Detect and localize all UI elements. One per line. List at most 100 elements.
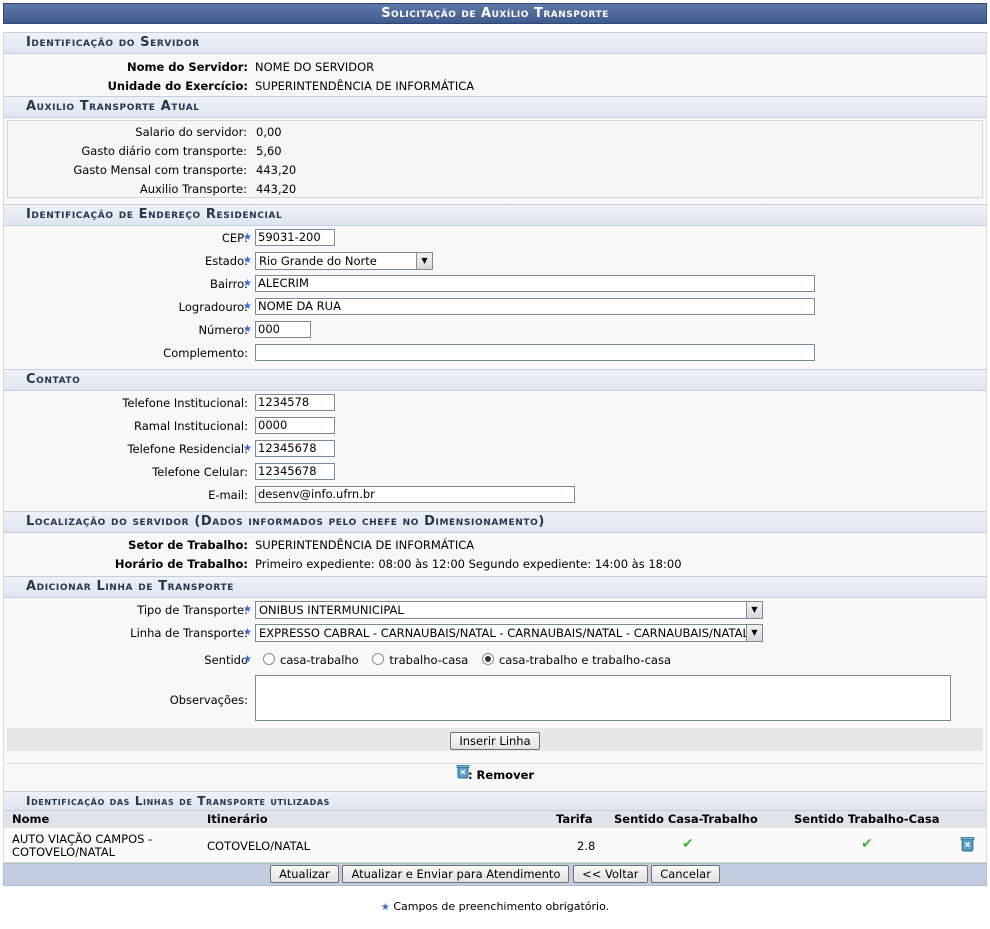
salario-label: Salario do servidor:	[135, 125, 247, 139]
auxilio-label: Auxilio Transporte:	[139, 182, 247, 196]
field-unidade: Unidade do Exercício: SUPERINTENDÊNCIA D…	[4, 75, 986, 94]
complemento-label: Complemento:	[163, 346, 248, 360]
field-salario: Salario do servidor: 0,00	[8, 121, 982, 140]
ramal-input[interactable]: 0000	[255, 417, 335, 434]
sentido-label: Sentido	[204, 653, 248, 667]
section-identificacao-heading: Identificação do Servidor	[4, 32, 986, 54]
required-star-icon: ★	[243, 255, 252, 266]
row-nome-line1: AUTO VIAÇÃO CAMPOS -	[12, 832, 153, 846]
required-star-icon: ★	[243, 232, 252, 243]
complemento-input[interactable]	[255, 344, 815, 361]
required-star-icon: ★	[243, 654, 252, 665]
field-tel-cel: Telefone Celular: 12345678	[4, 461, 986, 484]
field-gasto-mensal: Gasto Mensal com transporte: 443,20	[8, 159, 982, 178]
tel-cel-label: Telefone Celular:	[152, 465, 248, 479]
inserir-linha-button[interactable]: Inserir Linha	[450, 732, 540, 750]
table-row: AUTO VIAÇÃO CAMPOS - COTOVELO/NATAL COTO…	[4, 828, 986, 863]
tel-inst-input[interactable]: 1234578	[255, 394, 335, 411]
obs-textarea[interactable]	[255, 675, 951, 721]
setor-value: SUPERINTENDÊNCIA DE INFORMÁTICA	[255, 538, 475, 552]
atualizar-enviar-button[interactable]: Atualizar e Enviar para Atendimento	[342, 865, 570, 883]
remove-trash-icon[interactable]	[960, 836, 975, 855]
col-itinerario: Itinerário	[207, 812, 268, 826]
cep-input[interactable]: 59031-200	[255, 229, 335, 246]
numero-input[interactable]: 000	[255, 321, 311, 338]
required-star-icon: ★	[243, 324, 252, 335]
bairro-input[interactable]: ALECRIM	[255, 275, 815, 292]
estado-label: Estado:	[204, 254, 248, 268]
tel-cel-input[interactable]: 12345678	[255, 463, 335, 480]
tipo-label: Tipo de Transporte:	[137, 603, 248, 617]
row-itinerario: COTOVELO/NATAL	[207, 839, 310, 853]
footer-button-bar: Atualizar Atualizar e Enviar para Atendi…	[3, 863, 987, 886]
email-label: E-mail:	[208, 488, 248, 502]
gasto-mensal-label: Gasto Mensal com transporte:	[73, 163, 247, 177]
section-auxilio-heading: Auxilio Transporte Atual	[4, 96, 986, 118]
gasto-diario-label: Gasto diário com transporte:	[81, 144, 247, 158]
linha-value: EXPRESSO CABRAL - CARNAUBAIS/NATAL - CAR…	[259, 626, 746, 640]
email-input[interactable]: desenv@info.ufrn.br	[255, 486, 575, 503]
required-star-icon: ★	[243, 604, 252, 615]
check-icon: ✔	[682, 836, 694, 852]
logradouro-input[interactable]: NOME DA RUA	[255, 298, 815, 315]
estado-select[interactable]: Rio Grande do Norte ▼	[255, 252, 433, 270]
cancelar-button[interactable]: Cancelar	[651, 865, 720, 883]
radio-ambos[interactable]: casa-trabalho e trabalho-casa	[481, 653, 671, 667]
dropdown-arrow-icon[interactable]: ▼	[746, 625, 762, 641]
radio-selected-icon[interactable]	[481, 653, 494, 665]
dropdown-arrow-icon[interactable]: ▼	[746, 602, 762, 618]
field-nome: Nome do Servidor: NOME DO SERVIDOR	[4, 56, 986, 75]
field-numero: Número: ★ 000	[4, 319, 986, 342]
nome-label: Nome do Servidor:	[126, 60, 248, 74]
form-panel: Identificação do Servidor Nome do Servid…	[3, 32, 987, 863]
linha-select[interactable]: EXPRESSO CABRAL - CARNAUBAIS/NATAL - CAR…	[255, 624, 763, 642]
required-star-icon: ★	[243, 627, 252, 638]
radio-trabalho-casa[interactable]: trabalho-casa	[372, 653, 468, 667]
tipo-select[interactable]: ONIBUS INTERMUNICIPAL ▼	[255, 601, 763, 619]
row-nome-line2: COTOVELO/NATAL	[12, 845, 115, 859]
field-tel-res: Telefone Residencial: ★ 12345678	[4, 438, 986, 461]
section-endereco-heading: Identificação de Endereço Residencial	[4, 204, 986, 226]
field-bairro: Bairro: ★ ALECRIM	[4, 273, 986, 296]
tel-res-input[interactable]: 12345678	[255, 440, 335, 457]
footnote-text: Campos de preenchimento obrigatório.	[393, 900, 610, 913]
check-icon: ✔	[861, 836, 873, 852]
form-frame: Solicitação de Auxílio Transporte Identi…	[3, 3, 987, 913]
legend-bar: : Remover	[7, 763, 983, 786]
tel-res-label: Telefone Residencial:	[127, 442, 248, 456]
estado-value: Rio Grande do Norte	[259, 254, 377, 268]
atualizar-button[interactable]: Atualizar	[270, 865, 339, 883]
numero-label: Número:	[198, 323, 248, 337]
unidade-value: SUPERINTENDÊNCIA DE INFORMÁTICA	[255, 79, 475, 93]
col-casa-trabalho: Sentido Casa-Trabalho	[614, 812, 758, 826]
dropdown-arrow-icon[interactable]: ▼	[416, 253, 432, 269]
required-star-icon: ★	[243, 301, 252, 312]
required-star-icon: ★	[243, 278, 252, 289]
field-tel-inst: Telefone Institucional: 1234578	[4, 392, 986, 415]
logradouro-label: Logradouro:	[178, 300, 248, 314]
footnote: ★ Campos de preenchimento obrigatório.	[3, 900, 987, 913]
required-star-icon: ★	[243, 443, 252, 454]
gasto-mensal-value: 443,20	[256, 163, 297, 177]
section-localizacao-heading: Localização do servidor (Dados informado…	[4, 511, 986, 533]
table-header: Nome Itinerário Tarifa Sentido Casa-Trab…	[4, 811, 986, 828]
field-email: E-mail: desenv@info.ufrn.br	[4, 484, 986, 507]
voltar-button[interactable]: << Voltar	[573, 865, 648, 883]
radio-circle-icon[interactable]	[372, 653, 385, 665]
auxilio-value: 443,20	[256, 182, 297, 196]
section-contato-heading: Contato	[4, 369, 986, 391]
obs-label: Observações:	[169, 693, 248, 707]
field-setor: Setor de Trabalho: SUPERINTENDÊNCIA DE I…	[4, 534, 986, 553]
col-nome: Nome	[12, 812, 50, 826]
unidade-label: Unidade do Exercício:	[107, 79, 248, 93]
row-tarifa: 2.8	[577, 839, 596, 853]
field-linha: Linha de Transporte: ★ EXPRESSO CABRAL -…	[4, 622, 986, 645]
radio-casa-trabalho[interactable]: casa-trabalho	[263, 653, 359, 667]
radio-circle-icon[interactable]	[263, 653, 275, 665]
sentido-radio-group: casa-trabalho trabalho-casa casa-trabalh…	[263, 653, 671, 667]
required-star-icon: ★	[380, 902, 390, 913]
field-horario: Horário de Trabalho: Primeiro expediente…	[4, 553, 986, 572]
field-ramal: Ramal Institucional: 0000	[4, 415, 986, 438]
tel-inst-label: Telefone Institucional:	[122, 396, 248, 410]
